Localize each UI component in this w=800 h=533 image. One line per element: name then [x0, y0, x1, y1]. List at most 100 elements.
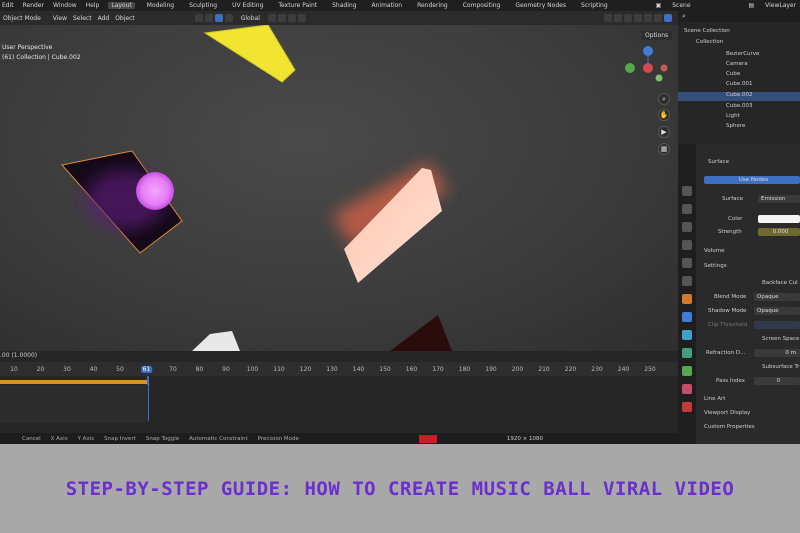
ortho-toggle-icon[interactable]: ▦ — [658, 143, 670, 155]
scale-tool-icon[interactable] — [224, 14, 233, 22]
gizmo-neg-y[interactable] — [655, 74, 663, 82]
outliner-item-cube-003[interactable]: Cube.003 — [726, 103, 752, 109]
yellow-cube-mesh[interactable] — [203, 25, 296, 83]
pivot-icon[interactable] — [267, 14, 276, 22]
zoom-icon[interactable]: ⌕ — [658, 93, 670, 105]
tab-uv-editing[interactable]: UV Editing — [229, 2, 266, 9]
shading-solid-icon[interactable] — [644, 14, 652, 22]
tab-layout[interactable]: Layout — [108, 2, 135, 9]
overlay-icon[interactable] — [624, 14, 632, 22]
rotate-tool-icon[interactable] — [214, 14, 223, 22]
filter-icon[interactable]: ⌕ — [682, 12, 686, 21]
volume-panel[interactable]: Volume — [704, 248, 724, 254]
screen-space-checkbox[interactable]: Screen Space — [762, 336, 799, 342]
custom-properties-panel[interactable]: Custom Properties — [704, 424, 755, 430]
scene-selector[interactable]: ▣ Scene — [656, 2, 700, 9]
view-menu[interactable]: View — [53, 15, 67, 22]
blend-mode-dropdown[interactable]: Opaque — [754, 293, 800, 301]
shading-rendered-icon[interactable] — [664, 14, 672, 22]
outliner[interactable]: ⌕ Scene Collection Collection BezierCurv… — [678, 11, 800, 144]
scene-collection-row[interactable]: Scene Collection — [684, 28, 730, 34]
object-menu[interactable]: Object — [115, 15, 135, 22]
outliner-item-light[interactable]: Light — [726, 113, 740, 119]
timeline-editor[interactable]: .00 (1.0000) 10 20 30 40 50 61 70 80 90 100 110 120… — [0, 351, 678, 433]
menu-window[interactable]: Window — [53, 2, 77, 9]
line-art-panel[interactable]: Line Art — [704, 396, 725, 402]
3d-viewport[interactable]: User Perspective (61) Collection | Cube.… — [0, 25, 678, 351]
viewport-display-panel[interactable]: Viewport Display — [704, 410, 750, 416]
gizmo-z-axis[interactable] — [643, 46, 653, 56]
use-nodes-button[interactable]: Use Nodes — [704, 176, 800, 184]
gizmo-icon[interactable] — [614, 14, 622, 22]
render-tab-icon[interactable] — [682, 204, 692, 214]
strength-field[interactable]: 0.000 — [758, 228, 800, 236]
shading-material-icon[interactable] — [654, 14, 662, 22]
menu-render[interactable]: Render — [23, 2, 44, 9]
visibility-icon[interactable] — [604, 14, 612, 22]
transform-orientation-dropdown[interactable]: Global — [241, 15, 260, 22]
modifier-tab-icon[interactable] — [682, 312, 692, 322]
refraction-depth-field[interactable]: 0 m — [754, 349, 800, 357]
timeline-range-bar[interactable] — [0, 380, 148, 384]
options-dropdown[interactable]: Options — [641, 31, 673, 40]
texture-tab-icon[interactable] — [682, 402, 692, 412]
object-tab-icon[interactable] — [682, 294, 692, 304]
tab-scripting[interactable]: Scripting — [578, 2, 611, 9]
properties-editor[interactable]: Surface Use Nodes Surface Emission Color… — [678, 144, 800, 444]
gizmo-neg-x[interactable] — [660, 64, 668, 72]
color-swatch[interactable] — [758, 215, 800, 223]
pan-icon[interactable]: ✋ — [658, 109, 670, 121]
outliner-item-camera[interactable]: Camera — [726, 61, 748, 67]
tab-compositing[interactable]: Compositing — [460, 2, 504, 9]
menu-edit[interactable]: Edit — [2, 2, 14, 9]
outliner-item-cube[interactable]: Cube — [726, 71, 740, 77]
gizmo-y-axis[interactable] — [625, 63, 635, 73]
proportional-edit-icon[interactable] — [287, 14, 296, 22]
tool-tab-icon[interactable] — [682, 186, 692, 196]
move-tool-icon[interactable] — [204, 14, 213, 22]
scene-tab-icon[interactable] — [682, 258, 692, 268]
tab-shading[interactable]: Shading — [329, 2, 359, 9]
white-cube-mesh[interactable] — [192, 331, 240, 351]
tab-rendering[interactable]: Rendering — [414, 2, 451, 9]
backface-checkbox[interactable]: Backface Cul — [762, 280, 798, 286]
object-mode-dropdown[interactable]: Object Mode — [3, 15, 41, 22]
menu-help[interactable]: Help — [86, 2, 100, 9]
tab-sculpting[interactable]: Sculpting — [186, 2, 220, 9]
snap-icon[interactable] — [277, 14, 286, 22]
surface-panel-header[interactable]: Surface — [708, 159, 729, 165]
data-tab-icon[interactable] — [682, 366, 692, 376]
tab-texture-paint[interactable]: Texture Paint — [275, 2, 320, 9]
outliner-item-sphere[interactable]: Sphere — [726, 123, 745, 129]
timeline-ruler[interactable]: 10 20 30 40 50 61 70 80 90 100 110 120 130 140 150 160 1… — [0, 362, 678, 376]
output-tab-icon[interactable] — [682, 222, 692, 232]
outliner-item-cube-001[interactable]: Cube.001 — [726, 81, 752, 87]
tab-modeling[interactable]: Modeling — [144, 2, 177, 9]
current-frame-marker[interactable]: 61 — [140, 366, 153, 373]
material-tab-icon[interactable] — [682, 384, 692, 394]
settings-panel[interactable]: Settings — [704, 263, 727, 269]
falloff-icon[interactable] — [297, 14, 306, 22]
camera-view-icon[interactable]: ▶ — [658, 126, 670, 138]
world-tab-icon[interactable] — [682, 276, 692, 286]
dark-red-cube-mesh[interactable] — [390, 315, 452, 351]
view-layer-tab-icon[interactable] — [682, 240, 692, 250]
outliner-item-beziercurve[interactable]: BezierCurve — [726, 51, 759, 57]
xray-icon[interactable] — [634, 14, 642, 22]
shadow-mode-dropdown[interactable]: Opaque — [754, 307, 800, 315]
music-ball-sphere[interactable] — [136, 172, 174, 210]
tab-animation[interactable]: Animation — [369, 2, 406, 9]
collection-row[interactable]: Collection — [696, 39, 723, 45]
cursor-tool-icon[interactable] — [194, 14, 203, 22]
view-layer-selector[interactable]: ▤ ViewLayer — [749, 2, 800, 9]
record-button[interactable] — [418, 434, 437, 443]
subsurface-checkbox[interactable]: Subsurface Tr — [762, 364, 799, 370]
pass-index-field[interactable]: 0 — [754, 377, 800, 385]
physics-tab-icon[interactable] — [682, 330, 692, 340]
constraints-tab-icon[interactable] — [682, 348, 692, 358]
tab-geometry-nodes[interactable]: Geometry Nodes — [512, 2, 569, 9]
add-menu[interactable]: Add — [98, 15, 110, 22]
outliner-item-cube-002[interactable]: Cube.002 — [678, 92, 800, 101]
surface-shader-field[interactable]: Emission — [758, 195, 800, 203]
select-menu[interactable]: Select — [73, 15, 92, 22]
